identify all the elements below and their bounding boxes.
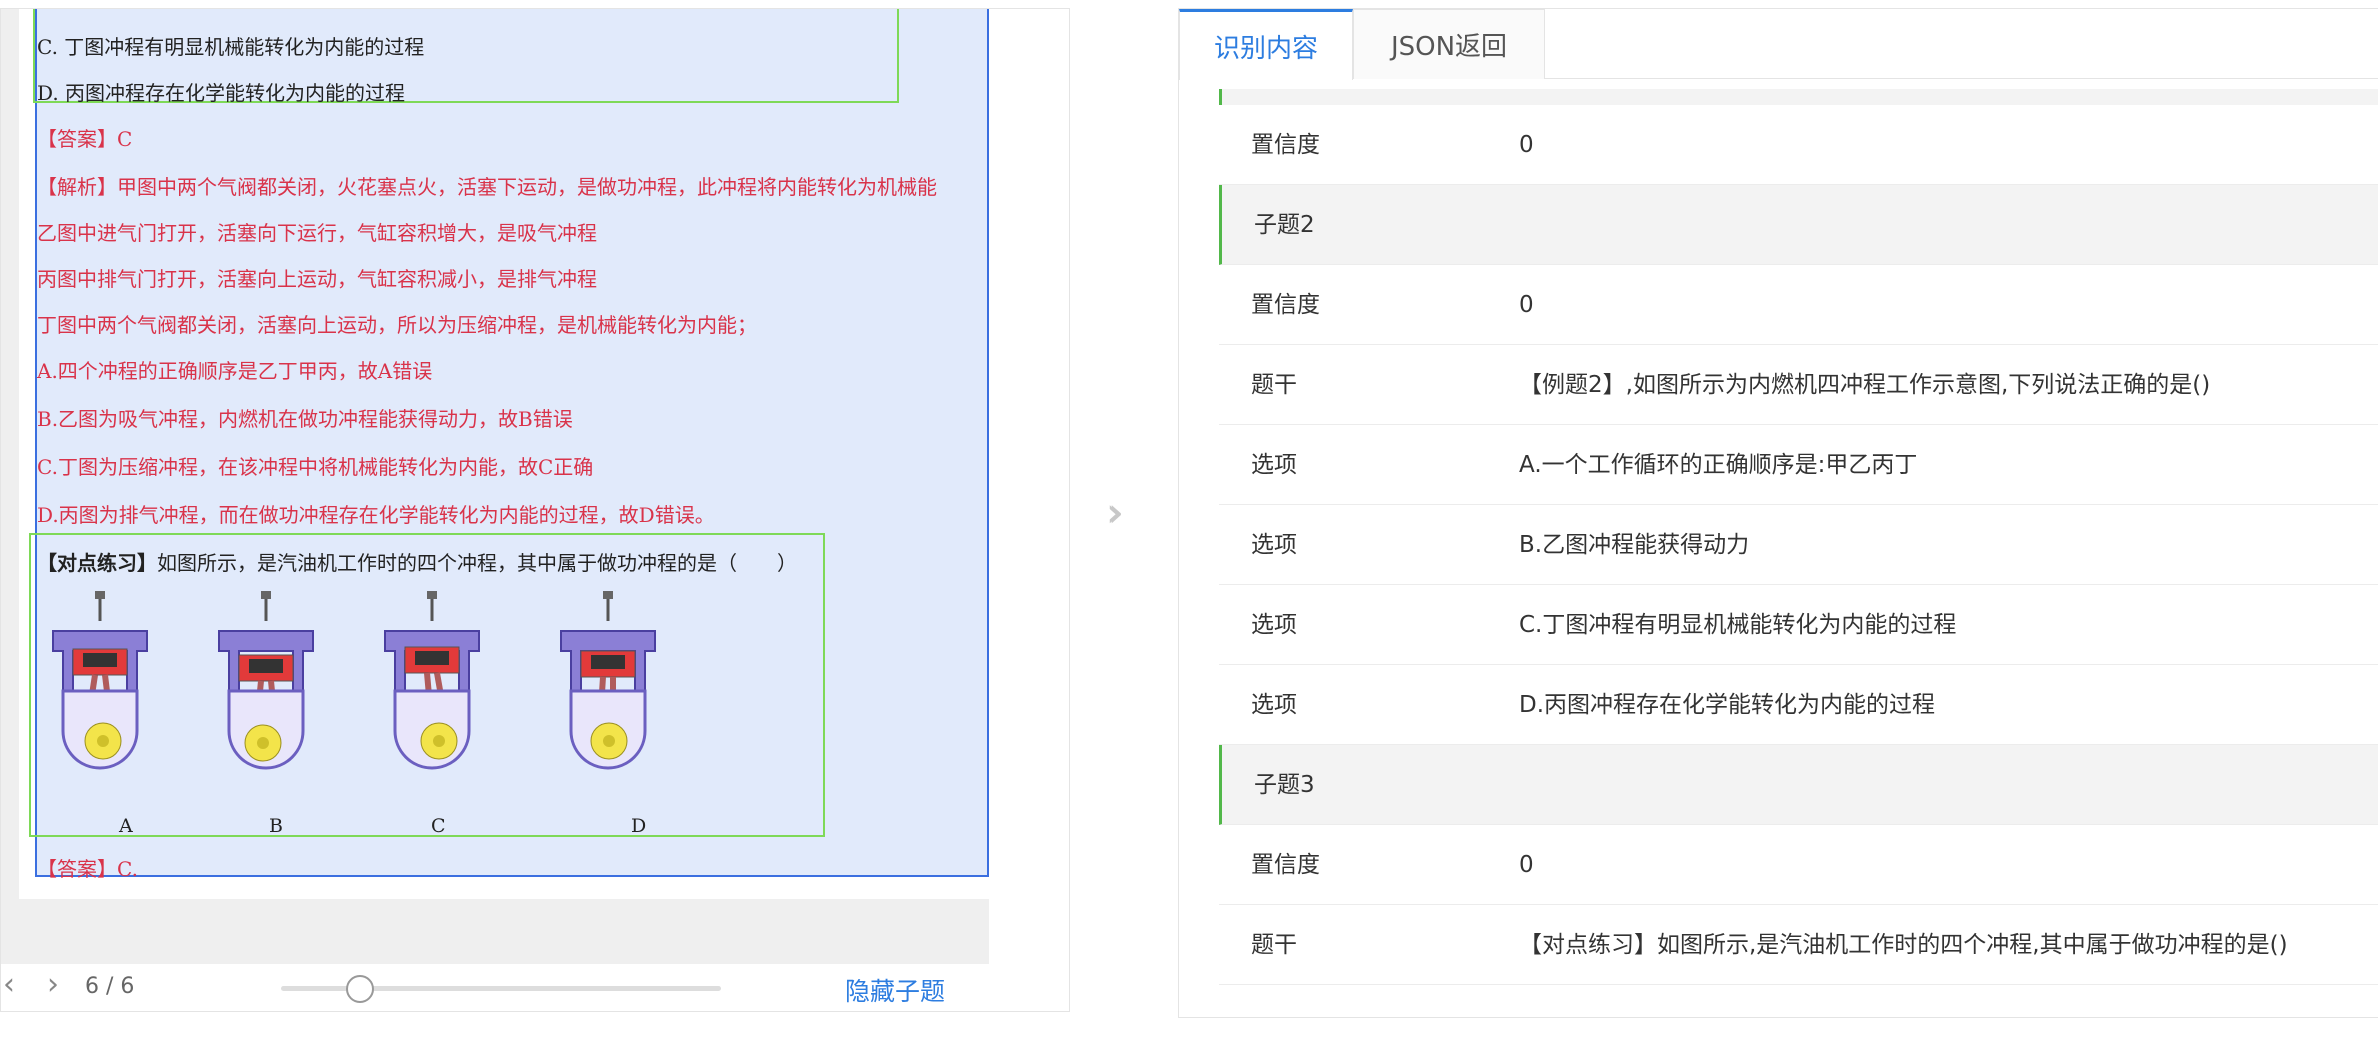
subquestion-title: 子题2 [1254, 212, 1315, 238]
document-page: C. 丁图冲程有明显机械能转化为内能的过程 D. 丙图冲程存在化学能转化为内能的… [19, 9, 989, 899]
field-key: 置信度 [1251, 292, 1320, 318]
result-panel: 识别内容 JSON返回 置信度 0 子题2 置信度 0 题干 【例题2】,如图所… [1178, 8, 2378, 1018]
engine-diagram-c [377, 591, 487, 791]
field-value: D.丙图冲程存在化学能转化为内能的过程 [1519, 692, 1936, 718]
engine-label: A [119, 815, 133, 837]
result-row: 题干 【对点练习】如图所示,是汽油机工作时的四个冲程,其中属于做功冲程的是() [1219, 905, 2378, 985]
field-value: 0 [1519, 292, 1534, 318]
field-key: 置信度 [1251, 132, 1320, 158]
engine-label: D [631, 815, 647, 837]
engine-diagram-b [211, 591, 321, 791]
tab-json-response[interactable]: JSON返回 [1353, 9, 1545, 79]
field-value: 0 [1519, 132, 1534, 158]
practice-text: 如图所示，是汽油机工作时的四个冲程，其中属于做功冲程的是（ ） [157, 551, 797, 575]
field-value: B.乙图冲程能获得动力 [1519, 532, 1750, 558]
field-value: 0 [1519, 852, 1534, 878]
field-key: 选项 [1251, 612, 1297, 638]
double-chevron-right-icon: ›› [1106, 490, 1124, 536]
result-tabs: 识别内容 JSON返回 [1179, 9, 2378, 80]
analysis-line: A.四个冲程的正确顺序是乙丁甲丙，故A错误 [37, 359, 433, 383]
preview-panel: C. 丁图冲程有明显机械能转化为内能的过程 D. 丙图冲程存在化学能转化为内能的… [0, 8, 1070, 1012]
chevron-left-icon[interactable]: ‹ [3, 970, 15, 1000]
field-key: 置信度 [1251, 852, 1320, 878]
result-row: 选项 D.丙图冲程存在化学能转化为内能的过程 [1219, 665, 2378, 745]
result-row: 置信度 0 [1219, 265, 2378, 345]
analysis-line: B.乙图为吸气冲程，内燃机在做功冲程能获得动力，故B错误 [37, 407, 573, 431]
analysis-line: D.丙图为排气冲程，而在做功冲程存在化学能转化为内能的过程，故D错误。 [37, 503, 715, 527]
subquestion-header: 子题2 [1219, 185, 2378, 265]
zoom-slider-thumb[interactable] [346, 975, 375, 1003]
analysis-line: 【解析】甲图中两个气阀都关闭，火花塞点火，活塞下运动，是做功冲程，此冲程将内能转… [37, 175, 937, 199]
result-list: 置信度 0 子题2 置信度 0 题干 【例题2】,如图所示为内燃机四冲程工作示意… [1219, 105, 2378, 985]
field-key: 选项 [1251, 452, 1297, 478]
analysis-line: 乙图中进气门打开，活塞向下运行，气缸容积增大，是吸气冲程 [37, 221, 597, 245]
answer-line: 【答案】C. [37, 857, 138, 881]
answer-line: 【答案】C [37, 127, 133, 151]
engine-label: B [269, 815, 283, 837]
analysis-line: 丁图中两个气阀都关闭，活塞向上运动，所以为压缩冲程，是机械能转化为内能； [37, 313, 757, 337]
engine-label: C [431, 815, 446, 837]
chevron-right-icon[interactable]: › [47, 970, 59, 1000]
option-line: C. 丁图冲程有明显机械能转化为内能的过程 [37, 35, 425, 59]
field-value: A.一个工作循环的正确顺序是:甲乙丙丁 [1519, 452, 1918, 478]
preview-pager: ‹ › 6 / 6 隐藏子题 [1, 962, 1069, 1012]
preview-canvas[interactable]: C. 丁图冲程有明显机械能转化为内能的过程 D. 丙图冲程存在化学能转化为内能的… [1, 9, 989, 964]
field-value: C.丁图冲程有明显机械能转化为内能的过程 [1519, 612, 1957, 638]
field-value: 【例题2】,如图所示为内燃机四冲程工作示意图,下列说法正确的是() [1519, 372, 2211, 398]
analysis-line: C.丁图为压缩冲程，在该冲程中将机械能转化为内能，故C正确 [37, 455, 594, 479]
result-row: 置信度 0 [1219, 105, 2378, 185]
engine-diagram-d [553, 591, 663, 791]
engine-diagram-a [45, 591, 155, 791]
option-line: D. 丙图冲程存在化学能转化为内能的过程 [37, 81, 406, 105]
hide-subquestions-button[interactable]: 隐藏子题 [845, 972, 945, 1008]
field-key: 题干 [1251, 372, 1297, 398]
practice-tag: 【对点练习】 [37, 551, 157, 575]
field-key: 选项 [1251, 532, 1297, 558]
practice-stem: 【对点练习】如图所示，是汽油机工作时的四个冲程，其中属于做功冲程的是（ ） [37, 547, 797, 576]
result-row: 选项 A.一个工作循环的正确顺序是:甲乙丙丁 [1219, 425, 2378, 505]
field-key: 题干 [1251, 932, 1297, 958]
page-indicator: 6 / 6 [85, 974, 135, 999]
subquestion-title: 子题3 [1254, 772, 1315, 798]
section-header-stub [1219, 89, 2378, 105]
field-key: 选项 [1251, 692, 1297, 718]
result-row: 选项 C.丁图冲程有明显机械能转化为内能的过程 [1219, 585, 2378, 665]
result-row: 置信度 0 [1219, 825, 2378, 905]
subquestion-header: 子题3 [1219, 745, 2378, 825]
result-row: 选项 B.乙图冲程能获得动力 [1219, 505, 2378, 585]
tab-recognized-content[interactable]: 识别内容 [1179, 9, 1353, 80]
result-row: 题干 【例题2】,如图所示为内燃机四冲程工作示意图,下列说法正确的是() [1219, 345, 2378, 425]
analysis-line: 丙图中排气门打开，活塞向上运动，气缸容积减小，是排气冲程 [37, 267, 597, 291]
engine-diagrams: A B C D [39, 591, 699, 837]
field-value: 【对点练习】如图所示,是汽油机工作时的四个冲程,其中属于做功冲程的是() [1519, 932, 2288, 958]
